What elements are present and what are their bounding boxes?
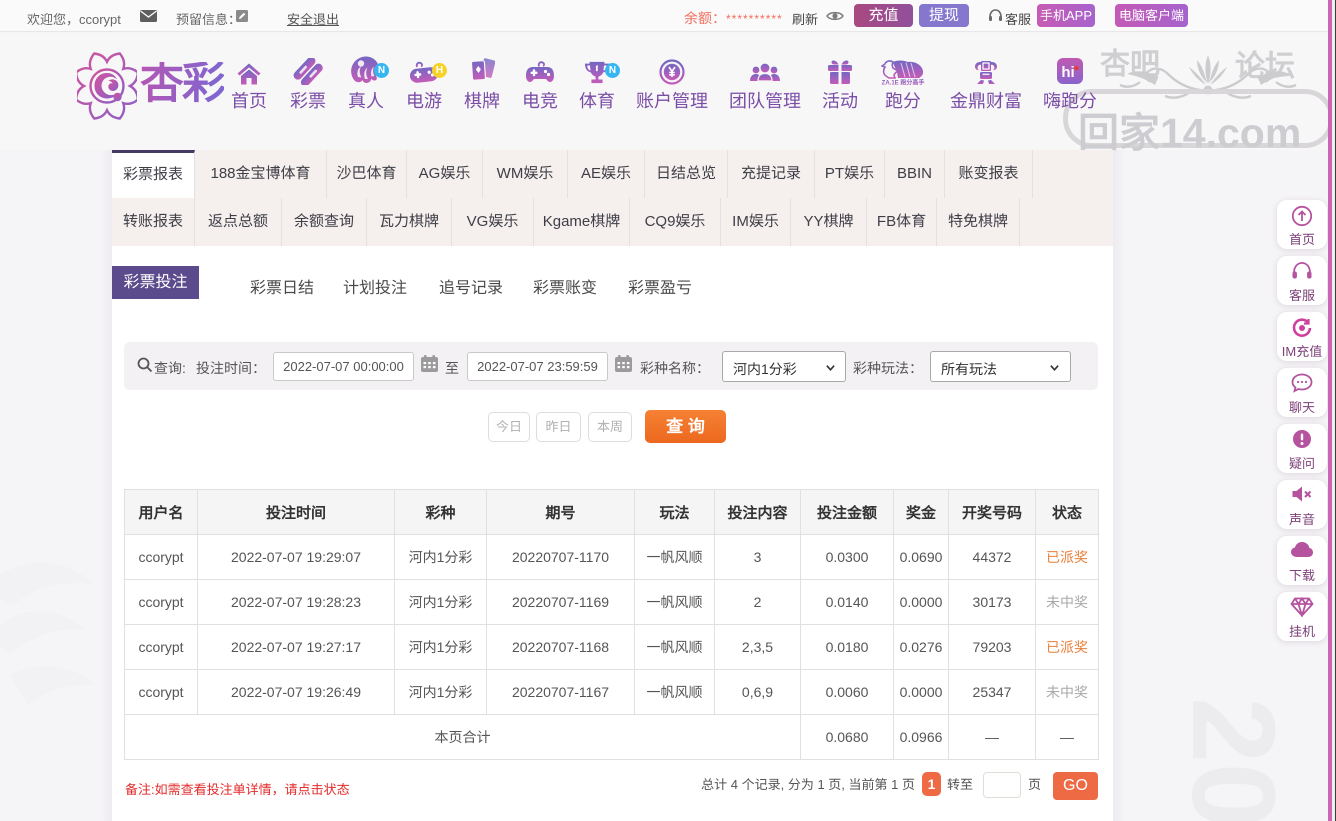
svg-text:ZA.1E 跑分高手: ZA.1E 跑分高手 xyxy=(882,79,925,86)
svg-text:hi: hi xyxy=(1061,64,1074,81)
